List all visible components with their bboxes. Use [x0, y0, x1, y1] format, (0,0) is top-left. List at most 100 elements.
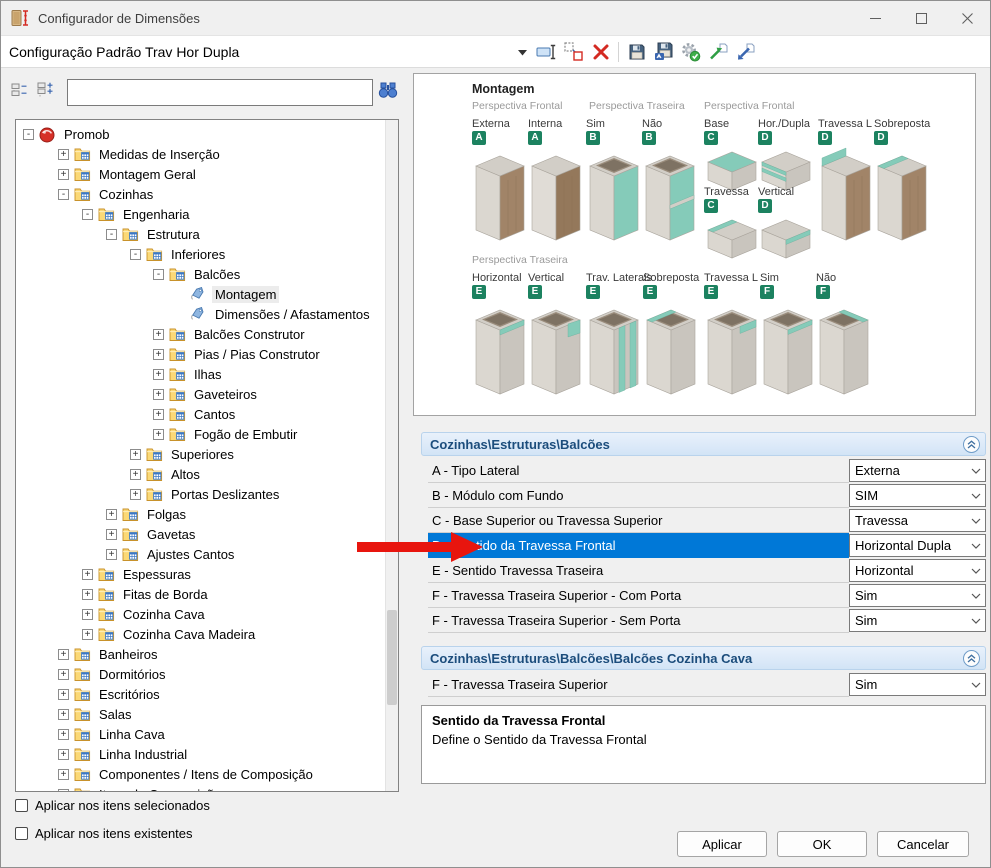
tree-search-input[interactable] [67, 79, 373, 106]
tree-expander[interactable]: + [58, 769, 69, 780]
tree-expander[interactable]: + [106, 529, 117, 540]
tree-expander[interactable]: + [58, 649, 69, 660]
property-value-dropdown[interactable]: Sim [849, 609, 986, 632]
apply-existing-items-checkbox[interactable]: Aplicar nos itens existentes [15, 826, 193, 841]
tree-item[interactable]: + Linha Industrial [58, 744, 190, 764]
combo-dropdown-icon[interactable] [518, 44, 527, 59]
section-collapse-button[interactable] [963, 650, 980, 667]
property-row[interactable]: F - Travessa Traseira Superior - Sem Por… [428, 608, 986, 633]
tree-expander[interactable]: - [58, 789, 69, 793]
tree-expander[interactable]: + [58, 149, 69, 160]
tree-expander[interactable]: + [130, 489, 141, 500]
tree-item[interactable]: + Componentes / Itens de Composição [58, 764, 316, 784]
tree-expander[interactable]: + [153, 369, 164, 380]
tree-expander[interactable]: - [23, 129, 34, 140]
tree-expander[interactable]: - [153, 269, 164, 280]
property-value-dropdown[interactable]: Travessa [849, 509, 986, 532]
property-row[interactable]: E - Sentido Travessa TraseiraHorizontal [428, 558, 986, 583]
tree-item[interactable]: - Inferiores [130, 244, 228, 264]
tree-item[interactable]: Dimensões / Afastamentos [174, 304, 373, 324]
apply-gear-icon[interactable] [677, 39, 704, 65]
tree-expander[interactable]: - [106, 229, 117, 240]
cancel-button[interactable]: Cancelar [877, 831, 969, 857]
tree-item[interactable]: + Montagem Geral [58, 164, 199, 184]
property-row[interactable]: C - Base Superior ou Travessa SuperiorTr… [428, 508, 986, 533]
tree-expander[interactable]: + [58, 169, 69, 180]
import-icon[interactable] [731, 39, 758, 65]
tree-item[interactable]: + Ajustes Cantos [106, 544, 237, 564]
duplicate-config-icon[interactable] [560, 39, 587, 65]
tree-expander[interactable]: - [82, 209, 93, 220]
tree-item[interactable]: + Portas Deslizantes [130, 484, 282, 504]
tree-expander[interactable]: + [153, 349, 164, 360]
tree-expander[interactable]: + [58, 669, 69, 680]
tree-item[interactable]: - Balcões [153, 264, 243, 284]
close-button[interactable] [944, 1, 990, 35]
tree-item[interactable]: + Fitas de Borda [82, 584, 211, 604]
tree-item[interactable]: + Gavetas [106, 524, 198, 544]
tree-item[interactable]: + Fogão de Embutir [153, 424, 300, 444]
property-value-dropdown[interactable]: Externa [849, 459, 986, 482]
property-row[interactable]: F - Travessa Traseira Superior - Com Por… [428, 583, 986, 608]
save-as-icon[interactable] [650, 39, 677, 65]
tree-item[interactable]: - Cozinhas [58, 184, 156, 204]
tree-item[interactable]: + Dormitórios [58, 664, 168, 684]
tree-item[interactable]: + Folgas [106, 504, 189, 524]
property-value-dropdown[interactable]: Horizontal [849, 559, 986, 582]
tree-item[interactable]: + Salas [58, 704, 135, 724]
section-collapse-button[interactable] [963, 436, 980, 453]
tree-item[interactable]: + Cozinha Cava [82, 604, 208, 624]
collapse-all-icon[interactable] [11, 81, 29, 99]
save-icon[interactable] [623, 39, 650, 65]
property-value-dropdown[interactable]: Sim [849, 673, 986, 696]
checkbox-box[interactable] [15, 799, 28, 812]
minimize-button[interactable] [852, 1, 898, 35]
category-tree[interactable]: - Promob+ Medidas de Inserção+ Montagem … [15, 119, 399, 792]
checkbox-box[interactable] [15, 827, 28, 840]
tree-expander[interactable]: + [153, 409, 164, 420]
tree-expander[interactable]: + [58, 749, 69, 760]
tree-expander[interactable]: + [130, 449, 141, 460]
tree-expander[interactable]: + [82, 609, 93, 620]
rename-config-icon[interactable] [533, 39, 560, 65]
export-icon[interactable] [704, 39, 731, 65]
tree-item[interactable]: + Escritórios [58, 684, 163, 704]
section-header[interactable]: Cozinhas\Estruturas\Balcões [421, 432, 986, 456]
tree-expander[interactable]: + [130, 469, 141, 480]
tree-item[interactable]: + Altos [130, 464, 203, 484]
tree-expander[interactable]: + [82, 629, 93, 640]
tree-expander[interactable]: - [58, 189, 69, 200]
tree-item[interactable]: + Superiores [130, 444, 237, 464]
tree-item[interactable]: + Banheiros [58, 644, 161, 664]
tree-expander[interactable]: + [153, 389, 164, 400]
delete-config-icon[interactable] [587, 39, 614, 65]
tree-item[interactable]: Montagem [174, 284, 279, 304]
property-row[interactable]: D - Sentido da Travessa FrontalHorizonta… [428, 533, 986, 558]
tree-scrollbar[interactable] [385, 120, 398, 791]
tree-item[interactable]: + Cozinha Cava Madeira [82, 624, 258, 644]
property-value-dropdown[interactable]: SIM [849, 484, 986, 507]
tree-item[interactable]: + Pias / Pias Construtor [153, 344, 323, 364]
tree-expander[interactable]: + [58, 689, 69, 700]
config-selector-combobox[interactable]: Configuração Padrão Trav Hor Dupla [1, 36, 533, 67]
tree-item[interactable]: + Medidas de Inserção [58, 144, 223, 164]
property-row[interactable]: F - Travessa Traseira SuperiorSim [428, 672, 986, 697]
property-row[interactable]: B - Módulo com FundoSIM [428, 483, 986, 508]
apply-selected-items-checkbox[interactable]: Aplicar nos itens selecionados [15, 798, 210, 813]
property-value-dropdown[interactable]: Horizontal Dupla [849, 534, 986, 557]
tree-item[interactable]: + Balcões Construtor [153, 324, 308, 344]
tree-item[interactable]: + Ilhas [153, 364, 224, 384]
tree-expander[interactable]: - [130, 249, 141, 260]
maximize-button[interactable] [898, 1, 944, 35]
tree-expander[interactable]: + [58, 729, 69, 740]
tree-expander[interactable]: + [153, 329, 164, 340]
tree-item[interactable]: - Engenharia [82, 204, 193, 224]
tree-expander[interactable]: + [58, 709, 69, 720]
tree-item[interactable]: - Itens de Composição [58, 784, 224, 792]
tree-item[interactable]: + Linha Cava [58, 724, 168, 744]
apply-button[interactable]: Aplicar [677, 831, 767, 857]
tree-expander[interactable]: + [106, 549, 117, 560]
tree-expander[interactable]: + [153, 429, 164, 440]
tree-expander[interactable]: + [106, 509, 117, 520]
tree-expander[interactable]: + [82, 569, 93, 580]
